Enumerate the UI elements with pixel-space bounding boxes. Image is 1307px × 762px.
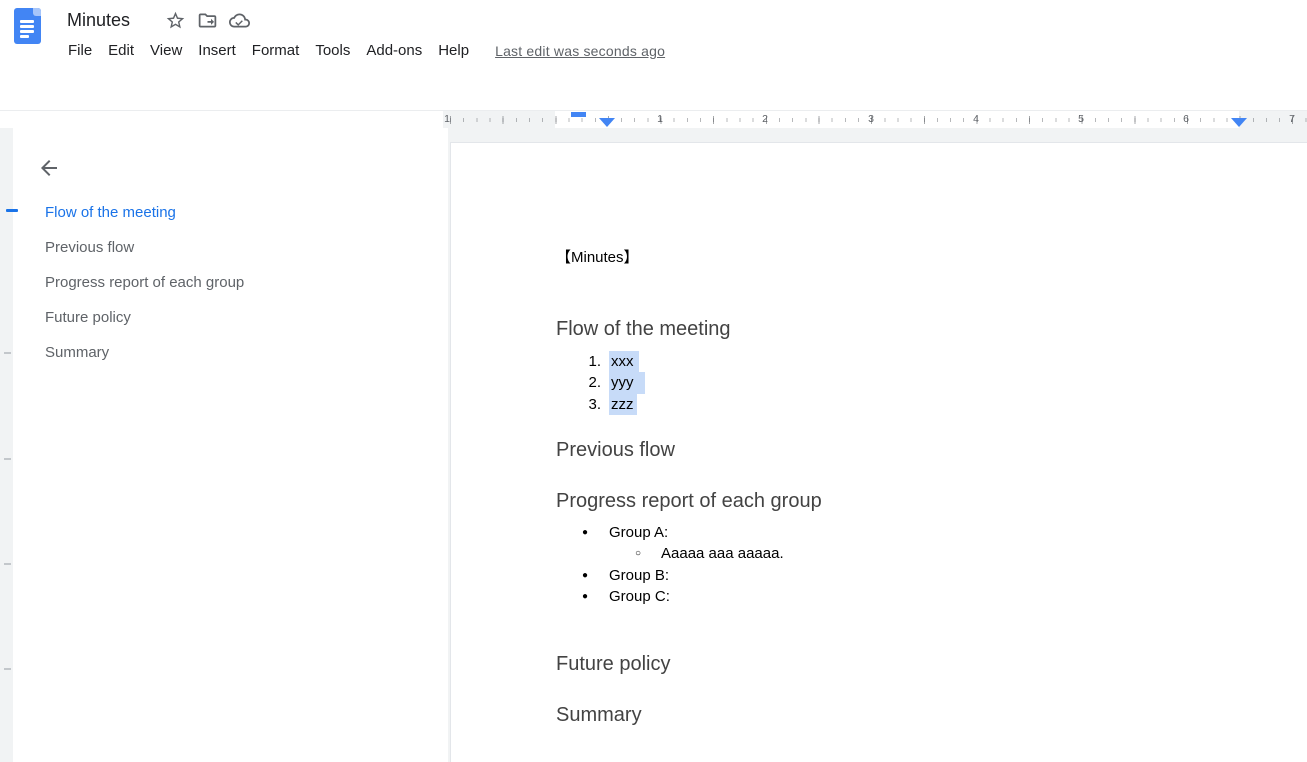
last-edit-link[interactable]: Last edit was seconds ago (495, 43, 665, 59)
outline-item-future-policy[interactable]: Future policy (45, 308, 131, 328)
numbered-list: 1. xxx 2. yyy 3. zzz (556, 351, 645, 415)
numbered-list-item[interactable]: 1. xxx (556, 351, 645, 372)
ruler-tick (4, 352, 11, 354)
document-title[interactable]: Minutes (67, 8, 130, 32)
bullet-icon: ● (582, 565, 609, 586)
menu-tools[interactable]: Tools (307, 38, 358, 64)
move-folder-icon[interactable] (197, 10, 218, 31)
ruler-tick (4, 668, 11, 670)
document-page[interactable]: 【Minutes】 Flow of the meeting 1. xxx 2. … (450, 142, 1307, 762)
heading-future-policy[interactable]: Future policy (556, 652, 671, 676)
docs-logo[interactable] (14, 8, 41, 44)
right-indent-marker[interactable] (1231, 118, 1247, 127)
ruler-number: 1 (442, 113, 452, 125)
ruler-number: 1 (655, 113, 665, 125)
numbered-list-item[interactable]: 3. zzz (556, 394, 645, 415)
outline-item-progress-report[interactable]: Progress report of each group (45, 273, 244, 293)
numbered-list-item[interactable]: 2. yyy (556, 372, 645, 393)
close-outline-icon[interactable] (37, 156, 61, 180)
menu-view[interactable]: View (142, 38, 190, 64)
first-line-indent-marker[interactable] (571, 112, 586, 117)
selection-highlight: xxx (609, 351, 639, 372)
content-area: Flow of the meeting Previous flow Progre… (0, 128, 1307, 762)
docs-logo-line (20, 35, 29, 38)
heading-summary[interactable]: Summary (556, 703, 642, 727)
outline-sidebar: Flow of the meeting Previous flow Progre… (13, 128, 448, 762)
heading-progress-report[interactable]: Progress report of each group (556, 489, 822, 513)
menu-help[interactable]: Help (430, 38, 477, 64)
menu-format[interactable]: Format (244, 38, 308, 64)
ruler-tick (4, 458, 11, 460)
list-number: 1. (556, 351, 601, 372)
docs-logo-fold (33, 8, 41, 16)
bullet-text: Group C: (609, 586, 670, 607)
ruler-number: 7 (1287, 113, 1297, 125)
ruler-tick (4, 563, 11, 565)
sub-bullet-icon: ○ (635, 543, 661, 564)
star-icon[interactable] (165, 10, 186, 31)
docs-logo-line (20, 20, 34, 23)
vertical-ruler (0, 128, 13, 762)
selection-highlight: zzz (609, 394, 637, 415)
list-number: 3. (556, 394, 601, 415)
bullet-list-item[interactable]: ● Group B: (451, 565, 1307, 586)
outline-item-previous-flow[interactable]: Previous flow (45, 238, 134, 258)
header: Minutes File Edit View Insert Format Too… (0, 0, 1307, 70)
menu-insert[interactable]: Insert (190, 38, 244, 64)
left-indent-marker[interactable] (599, 118, 615, 127)
menu-edit[interactable]: Edit (100, 38, 142, 64)
bullet-text: Group A: (609, 522, 668, 543)
paragraph-intro[interactable]: 【Minutes】 (556, 247, 639, 268)
ruler-number: 3 (866, 113, 876, 125)
ruler-number: 2 (760, 113, 770, 125)
docs-logo-line (20, 30, 34, 33)
bullet-list: ● Group A: ○ Aaaaa aaa aaaaa. ● Group B:… (451, 522, 1307, 608)
bullet-text: Aaaaa aaa aaaaa. (661, 543, 784, 564)
bullet-icon: ● (582, 522, 609, 543)
title-action-icons (165, 10, 250, 31)
bullet-list-item[interactable]: ● Group A: (451, 522, 1307, 543)
bullet-icon: ● (582, 586, 609, 607)
outline-item-flow-of-the-meeting[interactable]: Flow of the meeting (45, 203, 176, 223)
menu-file[interactable]: File (60, 38, 100, 64)
horizontal-ruler: 1 1 2 3 4 5 6 7 (0, 111, 1307, 128)
outline-item-summary[interactable]: Summary (45, 343, 109, 363)
ruler-number: 4 (971, 113, 981, 125)
save-status-icon[interactable] (229, 10, 250, 31)
menu-bar: File Edit View Insert Format Tools Add-o… (60, 38, 665, 64)
ruler-number: 5 (1076, 113, 1086, 125)
ruler-number: 6 (1181, 113, 1191, 125)
list-number: 2. (556, 372, 601, 393)
google-docs-window: Minutes File Edit View Insert Format Too… (0, 0, 1307, 762)
heading-flow-of-the-meeting[interactable]: Flow of the meeting (556, 317, 731, 341)
bullet-list-item[interactable]: ● Group C: (451, 586, 1307, 607)
menu-addons[interactable]: Add-ons (358, 38, 430, 64)
heading-previous-flow[interactable]: Previous flow (556, 438, 675, 462)
docs-logo-line (20, 25, 34, 28)
selection-highlight: yyy (609, 372, 645, 393)
bullet-text: Group B: (609, 565, 669, 586)
outline-active-indicator (6, 209, 18, 212)
toolbar: 100% ▾ Normal text ▾ Arial ▾ − + B I U A… (0, 70, 1307, 111)
bullet-sub-item[interactable]: ○ Aaaaa aaa aaaaa. (451, 543, 1307, 564)
